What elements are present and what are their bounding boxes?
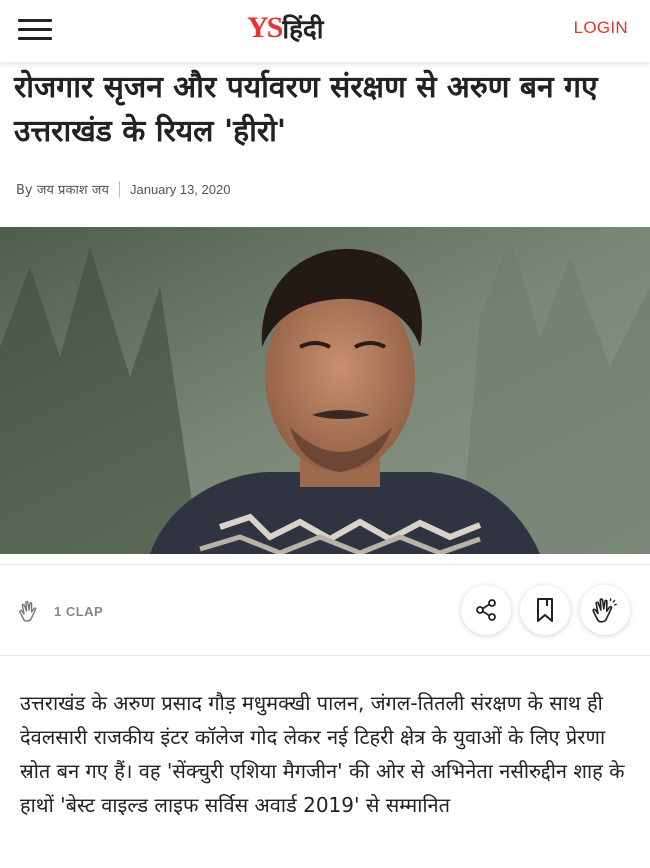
article-action-bar: 1 CLAP <box>0 564 650 656</box>
logo-hindi-text: हिंदी <box>282 15 324 45</box>
bookmark-icon <box>537 598 553 622</box>
login-link[interactable]: LOGIN <box>574 18 628 38</box>
article-title: रोजगार सृजन और पर्यावरण संरक्षण से अरुण … <box>14 70 598 149</box>
article-body-paragraph: उत्तराखंड के अरुण प्रसाद गौड़ मधुमक्खी प… <box>20 691 625 817</box>
article-hero-image <box>0 227 650 554</box>
share-icon <box>476 599 496 621</box>
publish-date: January 13, 2020 <box>129 181 231 197</box>
yourstory-hindi-logo[interactable]: YS हिंदी <box>247 6 323 50</box>
clap-count: 1 CLAP <box>18 599 103 623</box>
bookmark-button[interactable] <box>520 585 570 635</box>
article-meta: By जय प्रकाश जय January 13, 2020 <box>16 180 230 198</box>
clap-count-label: 1 CLAP <box>54 603 104 619</box>
hamburger-menu-icon[interactable] <box>18 17 52 43</box>
logo-ys-text: YS <box>247 11 283 44</box>
author-byline[interactable]: By जय प्रकाश जय <box>16 180 109 198</box>
clap-icon <box>19 600 37 622</box>
clap-button[interactable] <box>580 585 630 635</box>
top-navigation-bar: YS हिंदी LOGIN <box>0 0 650 62</box>
clap-button-icon <box>592 598 617 623</box>
share-button[interactable] <box>461 585 511 635</box>
meta-divider <box>118 181 120 197</box>
